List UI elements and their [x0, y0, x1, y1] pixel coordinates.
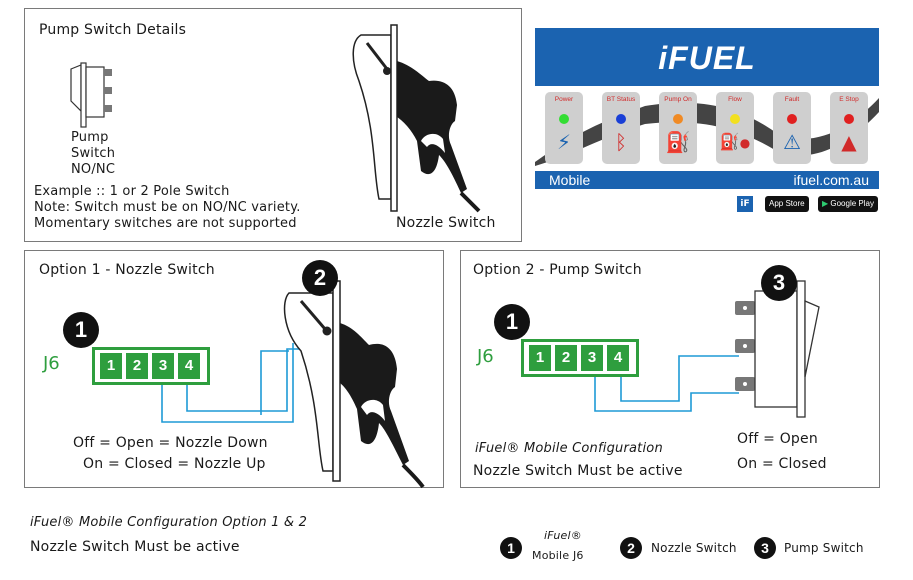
- pin-4: 4: [607, 345, 629, 371]
- momentary-text: Momentary switches are not supported: [34, 216, 297, 231]
- pump-details-panel: Pump Switch Details Pump Switch NO/NC Ex…: [24, 8, 522, 242]
- example-text: Example :: 1 or 2 Pole Switch: [34, 184, 230, 199]
- indicator-led: [559, 114, 569, 124]
- website-label: ifuel.com.au: [793, 172, 869, 188]
- fuel-pump-icon: ⛽: [665, 130, 691, 154]
- option2-config: iFuel® Mobile Configuration: [475, 441, 663, 456]
- option1-off-line: Off = Open = Nozzle Down: [73, 435, 268, 451]
- option1-on-line: On = Closed = Nozzle Up: [83, 456, 266, 472]
- nozzle-switch-icon: [352, 24, 481, 213]
- j6-label: J6: [477, 346, 494, 367]
- pump-switch-label-3: NO/NC: [71, 162, 116, 177]
- badge-j6: 1: [63, 312, 99, 348]
- indicator-label: Power: [554, 96, 574, 103]
- j6-connector: 1 2 3 4: [92, 347, 210, 385]
- pump-switch-label-1: Pump: [71, 130, 109, 145]
- ifuel-small-logo: iF: [737, 196, 753, 212]
- app-store-label: App Store: [769, 199, 805, 208]
- nozzle-flow-icon: ⛽●: [719, 132, 751, 151]
- pin-3: 3: [581, 345, 603, 371]
- pump-details-title: Pump Switch Details: [39, 22, 187, 38]
- footer-config: iFuel® Mobile Configuration Option 1 & 2: [30, 515, 308, 530]
- card-footer-bar: Mobile ifuel.com.au: [535, 171, 879, 189]
- badge-j6: 1: [494, 304, 530, 340]
- indicator-wave: [535, 98, 879, 166]
- j6-label: J6: [43, 353, 60, 374]
- google-play-label: Google Play: [830, 199, 874, 208]
- option2-panel: Option 2 - Pump Switch J6 1 2 3 4 1 3 iF…: [460, 250, 880, 488]
- j6-connector: 1 2 3 4: [521, 339, 639, 377]
- pin-2: 2: [126, 353, 148, 379]
- pin-1: 1: [100, 353, 122, 379]
- footer-nozzle-active: Nozzle Switch Must be active: [30, 539, 240, 555]
- indicator-label: Pump On: [664, 96, 692, 103]
- mobile-label: Mobile: [549, 172, 591, 188]
- pin-3: 3: [152, 353, 174, 379]
- indicator-led: [787, 114, 797, 124]
- indicator-flow: Flow ⛽●: [716, 92, 754, 164]
- pump-switch-icon: [735, 280, 820, 418]
- nozzle-switch-label: Nozzle Switch: [396, 215, 496, 231]
- legend-label-1b: Mobile J6: [532, 549, 584, 562]
- rocker-switch-icon: [70, 62, 112, 128]
- indicator-label: E Stop: [839, 96, 859, 103]
- indicator-label: Fault: [784, 96, 800, 103]
- indicator-led: [844, 114, 854, 124]
- ifuel-mobile-card: iFUEL Power ⚡ BT Status ᛒ Pump On ⛽ Flow…: [535, 28, 879, 218]
- pin-2: 2: [555, 345, 577, 371]
- indicator-fault: Fault ⚠: [773, 92, 811, 164]
- indicator-e-stop: E Stop ▲: [830, 92, 868, 164]
- pin-1: 1: [529, 345, 551, 371]
- indicator-led: [673, 114, 683, 124]
- power-icon: ⚡: [556, 130, 572, 154]
- legend-badge-1: 1: [500, 537, 522, 559]
- legend-badge-3: 3: [754, 537, 776, 559]
- bluetooth-icon: ᛒ: [615, 130, 627, 154]
- indicator-label: BT Status: [606, 96, 636, 103]
- indicator-bt-status: BT Status ᛒ: [602, 92, 640, 164]
- indicator-label: Flow: [728, 96, 742, 103]
- pump-switch-label-2: Switch: [71, 146, 116, 161]
- note-text: Note: Switch must be on NO/NC variety.: [34, 200, 301, 215]
- pin-4: 4: [178, 353, 200, 379]
- option2-nozzle-active: Nozzle Switch Must be active: [473, 463, 683, 479]
- legend-label-2: Nozzle Switch: [651, 541, 737, 555]
- ifuel-logo: iFUEL: [658, 40, 756, 76]
- emergency-stop-icon: ▲: [841, 130, 857, 154]
- option2-off: Off = Open: [737, 431, 818, 447]
- google-play-badge[interactable]: ▶ Google Play: [818, 196, 878, 212]
- badge-switch: 3: [761, 265, 797, 301]
- indicator-pump-on: Pump On ⛽: [659, 92, 697, 164]
- legend-badge-2: 2: [620, 537, 642, 559]
- warning-icon: ⚠: [783, 130, 801, 154]
- indicator-led: [730, 114, 740, 124]
- option1-panel: Option 1 - Nozzle Switch J6 1 2 3 4 1 2 …: [24, 250, 444, 489]
- legend-label-1a: iFuel®: [544, 529, 582, 542]
- legend-label-3: Pump Switch: [784, 541, 864, 555]
- indicator-power: Power ⚡: [545, 92, 583, 164]
- indicator-led: [616, 114, 626, 124]
- option2-on: On = Closed: [737, 456, 827, 472]
- badge-nozzle: 2: [302, 260, 338, 296]
- nozzle-switch-icon: [283, 280, 425, 489]
- app-store-badge[interactable]: App Store: [765, 196, 809, 212]
